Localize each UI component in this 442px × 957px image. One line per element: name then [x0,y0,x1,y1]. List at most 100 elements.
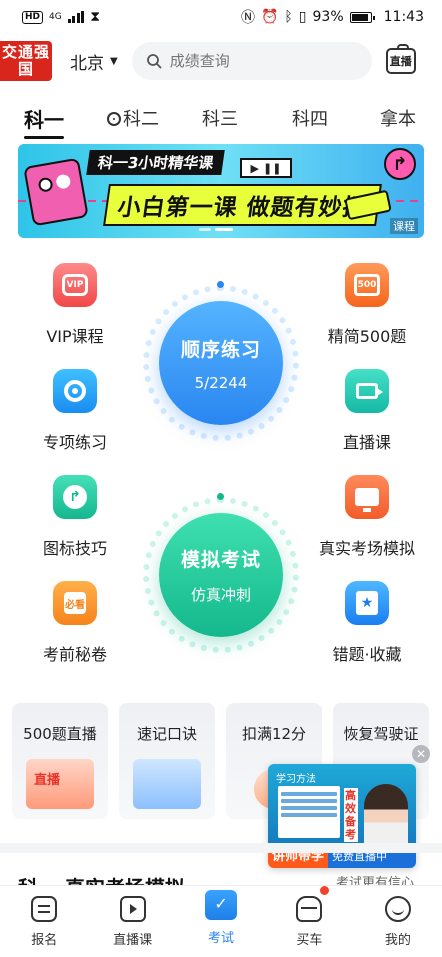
nav-label: 我的 [384,933,411,948]
bottom-nav: 报名 直播课 考试 买车 我的 [0,885,442,957]
reading-illustration [133,759,201,809]
vip-course-button[interactable]: VIP VIP课程 [15,263,135,347]
target-icon [53,369,97,413]
tab-label: 拿本 [380,109,416,130]
city-label: 北京 [70,53,104,74]
status-left: HD 4G ⧗ [22,9,100,25]
mock-circle: 模拟考试 仿真冲刺 [159,513,283,637]
vip-icon-label: VIP [62,274,88,296]
secret-paper-label: 考前秘卷 [42,645,107,664]
tab-label: 科一 [24,107,64,132]
tab-subject-3[interactable]: 科三 [200,105,240,131]
section-divider [0,843,442,853]
section-title: 科一 真实考场模拟 [18,872,185,886]
live-course-label: 直播课 [342,433,391,452]
smile-icon [384,896,411,922]
bluetooth-icon: ᛒ [284,9,293,25]
special-practice-button[interactable]: 专项练习 [15,369,135,453]
mock-exam-button[interactable]: 模拟考试 仿真冲刺 [143,493,299,653]
500-icon: 500 [345,263,389,307]
nav-label: 买车 [296,933,323,948]
exam-check-icon [205,890,238,920]
tv-play-icon [119,896,146,922]
live-illustration: 直播 [26,759,94,809]
mock-subtitle: 仿真冲刺 [190,586,251,604]
promo-side-text: 高效备考 [344,788,358,842]
hourglass-icon: ⧗ [90,9,101,25]
live-tv-button[interactable]: 直播 [385,44,416,74]
select-500-label: 精简500题 [327,327,407,346]
tab-subject-2[interactable]: 科二 [104,105,162,131]
nav-exam[interactable]: 考试 [177,886,265,957]
app-logo: 交通强国 [0,41,52,81]
battery-percent: 93% [312,9,344,25]
card-title: 扣满12分 [241,725,307,743]
document-icon [31,896,58,922]
indicator-dot [217,493,224,500]
banner-player-icon: ▶ ❚❚ [240,158,292,178]
practice-title: 顺序练习 [180,338,261,361]
city-selector[interactable]: 北京 ▼ [70,49,118,74]
car-icon [296,896,323,922]
vibrate-icon: ▯ [298,9,307,25]
hd-icon: HD [22,10,44,24]
live-course-button[interactable]: 直播课 [307,369,427,453]
card-mnemonics[interactable]: 速记口诀 [119,703,215,819]
steering-wheel-icon [107,112,121,126]
real-exam-button[interactable]: 真实考场模拟 [307,475,427,559]
card-500-live[interactable]: 500题直播 直播 [12,703,108,819]
nav-buy-car[interactable]: 买车 [265,886,353,957]
card-title: 500题直播 [23,725,97,743]
banner-mascot [23,157,89,227]
vip-icon: VIP [53,263,97,307]
nav-live-course[interactable]: 直播课 [88,886,176,957]
teacher-avatar [364,784,408,848]
nfc-icon: Ⓝ [240,10,255,26]
wrong-favorites-button[interactable]: ★ 错题·收藏 [307,581,427,665]
promo-banner[interactable]: 科一3小时精华课 ▶ ❚❚ 小白第一课 做题有妙招 ↱ 课程 [18,144,424,238]
promo-list-graphic [278,786,340,838]
caret-down-icon: ▼ [110,55,118,67]
500-icon-label: 500 [354,274,380,296]
status-bar: HD 4G ⧗ Ⓝ ⏰ ᛒ ▯ 93% 11:43 [0,0,442,34]
banner-tag: 课程 [390,218,418,234]
nav-label: 直播课 [113,933,153,948]
banner-indicator [199,228,233,231]
search-box[interactable] [131,42,372,80]
tab-label: 科二 [123,109,159,130]
tab-subject-1[interactable]: 科一 [22,104,66,139]
clock: 11:43 [383,9,424,25]
practice-circle: 顺序练习 5/2244 [159,301,283,425]
secret-paper-button[interactable]: 必看 考前秘卷 [15,581,135,665]
sign-tips-button[interactable]: ↱ 图标技巧 [15,475,135,559]
nav-me[interactable]: 我的 [354,886,442,957]
nav-signup[interactable]: 报名 [0,886,88,957]
arrow-icon: ↱ [384,148,416,180]
practice-progress: 5/2244 [194,373,248,392]
signal-icon [67,11,85,23]
vip-course-label: VIP课程 [46,327,104,346]
network-type: 4G [49,12,62,22]
battery-icon [349,11,375,23]
sequential-practice-button[interactable]: 顺序练习 5/2244 [143,281,299,441]
mock-title: 模拟考试 [180,549,261,571]
search-icon [146,54,162,69]
promo-title: 学习方法 [276,774,316,785]
tab-subject-4[interactable]: 科四 [290,105,330,131]
monitor-icon [345,475,389,519]
card-title: 速记口诀 [136,725,197,743]
tab-label: 科三 [202,109,238,130]
nav-label: 考试 [208,931,235,946]
close-icon[interactable]: ✕ [412,745,430,763]
exam-paper-icon: 必看 [53,581,97,625]
banner-kicker: 科一3小时精华课 [86,150,226,175]
subject-tabs: 科一 科二 科三 科四 拿本 [0,98,442,139]
indicator-dot [217,281,224,288]
tab-license[interactable]: 拿本 [378,105,418,131]
status-right: Ⓝ ⏰ ᛒ ▯ 93% 11:43 [241,7,424,27]
notification-dot [320,886,329,895]
search-input[interactable] [169,52,350,70]
exam-paper-icon-label: 必看 [64,592,86,614]
select-500-button[interactable]: 500 精简500题 [307,263,427,347]
banner-headline: 小白第一课 做题有妙招 [103,184,382,226]
